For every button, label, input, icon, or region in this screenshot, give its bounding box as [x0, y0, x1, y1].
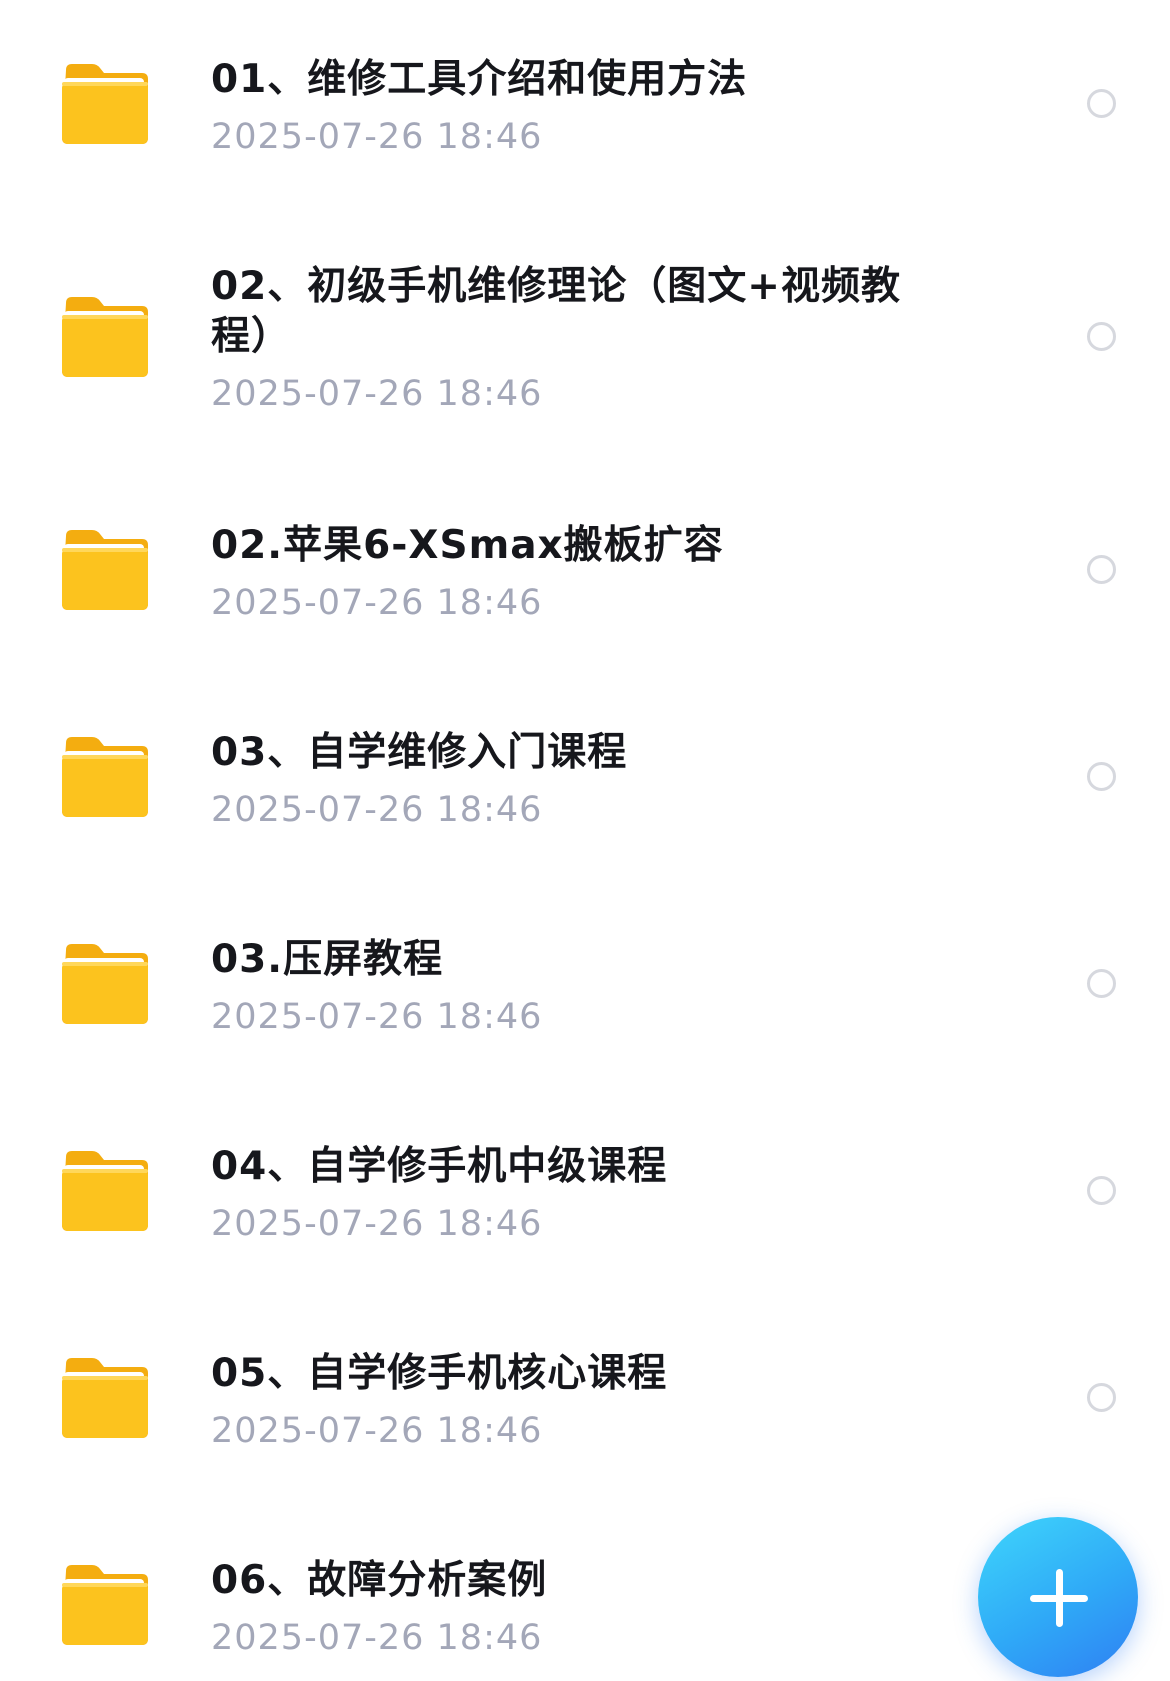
file-name: 04、自学修手机中级课程 [211, 1144, 668, 1189]
file-date: 2025-07-26 18:46 [211, 997, 543, 1037]
folder-icon [60, 1151, 150, 1231]
folder-icon [60, 297, 150, 377]
file-text: 01、维修工具介绍和使用方法 2025-07-26 18:46 [211, 55, 901, 157]
folder-icon [60, 944, 150, 1024]
file-text: 02、初级手机维修理论（图文+视频教程） 2025-07-26 18:46 [211, 262, 901, 414]
select-radio[interactable] [1087, 1383, 1116, 1412]
select-radio[interactable] [1087, 89, 1116, 118]
file-text: 02.苹果6-XSmax搬板扩容 2025-07-26 18:46 [211, 521, 901, 623]
select-radio[interactable] [1087, 1176, 1116, 1205]
file-date: 2025-07-26 18:46 [211, 1204, 543, 1244]
folder-icon [60, 64, 150, 144]
file-date: 2025-07-26 18:46 [211, 1411, 543, 1451]
file-name: 05、自学修手机核心课程 [211, 1351, 668, 1396]
file-name: 02.苹果6-XSmax搬板扩容 [211, 523, 724, 568]
select-radio[interactable] [1087, 762, 1116, 791]
plus-icon-vertical [1056, 1569, 1063, 1627]
file-name: 03.压屏教程 [211, 937, 444, 982]
file-name: 01、维修工具介绍和使用方法 [211, 57, 748, 102]
folder-icon [60, 737, 150, 817]
file-text: 05、自学修手机核心课程 2025-07-26 18:46 [211, 1349, 901, 1451]
select-radio[interactable] [1087, 969, 1116, 998]
folder-icon [60, 1565, 150, 1645]
file-date: 2025-07-26 18:46 [211, 790, 543, 830]
add-button[interactable] [978, 1517, 1138, 1677]
file-text: 06、故障分析案例 2025-07-26 18:46 [211, 1556, 901, 1658]
file-name: 02、初级手机维修理论（图文+视频教程） [211, 264, 901, 359]
file-date: 2025-07-26 18:46 [211, 374, 543, 414]
file-text: 03.压屏教程 2025-07-26 18:46 [211, 935, 901, 1037]
folder-icon [60, 530, 150, 610]
file-date: 2025-07-26 18:46 [211, 1618, 543, 1658]
select-radio[interactable] [1087, 322, 1116, 351]
file-text: 04、自学修手机中级课程 2025-07-26 18:46 [211, 1142, 901, 1244]
file-name: 03、自学维修入门课程 [211, 730, 628, 775]
file-name: 06、故障分析案例 [211, 1558, 548, 1603]
folder-icon [60, 1358, 150, 1438]
select-radio[interactable] [1087, 555, 1116, 584]
file-date: 2025-07-26 18:46 [211, 117, 543, 157]
file-date: 2025-07-26 18:46 [211, 583, 543, 623]
file-text: 03、自学维修入门课程 2025-07-26 18:46 [211, 728, 901, 830]
